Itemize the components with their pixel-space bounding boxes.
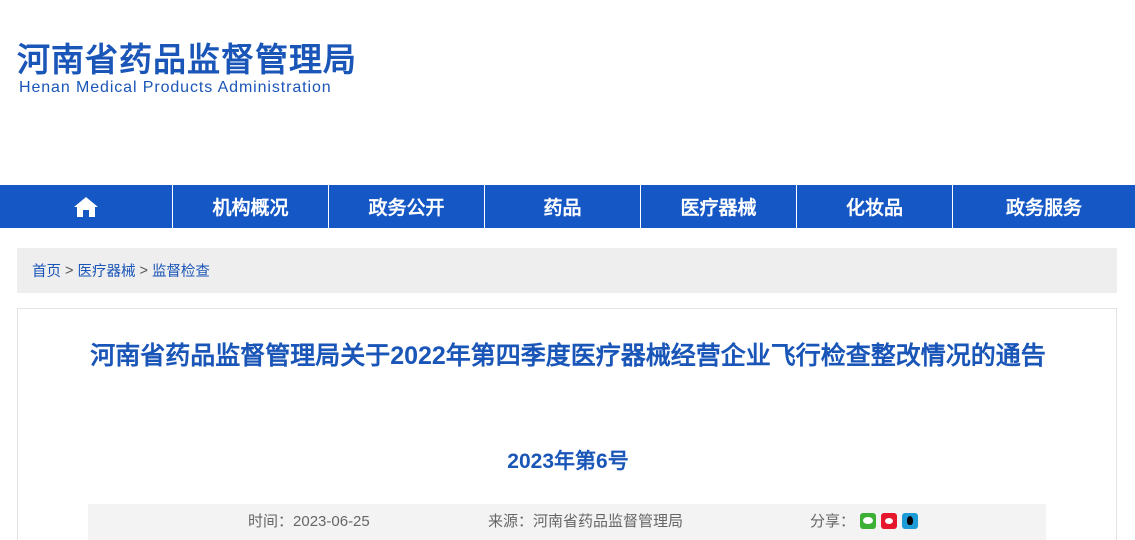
qq-icon[interactable]: [902, 512, 919, 529]
source-label: 来源：: [488, 513, 534, 530]
publish-time: 时间：2023-06-25: [248, 510, 370, 531]
article-container: 河南省药品监督管理局关于2022年第四季度医疗器械经营企业飞行检查整改情况的通告…: [17, 308, 1117, 540]
share-bar: 分享：: [810, 510, 919, 531]
nav-item-gov-services[interactable]: 政务服务: [953, 185, 1135, 228]
nav-item-drugs[interactable]: 药品: [485, 185, 641, 228]
site-header: 河南省药品监督管理局 Henan Medical Products Admini…: [0, 0, 1135, 185]
home-icon: [74, 196, 98, 217]
nav-item-medical-devices[interactable]: 医疗器械: [641, 185, 797, 228]
time-label: 时间：: [248, 513, 294, 530]
breadcrumb-separator: >: [65, 262, 74, 279]
nav-item-cosmetics[interactable]: 化妆品: [797, 185, 953, 228]
nav-item-gov-affairs[interactable]: 政务公开: [329, 185, 485, 228]
share-label: 分享：: [810, 513, 856, 530]
document-number: 2023年第6号: [507, 450, 629, 473]
main-nav: 机构概况 政务公开 药品 医疗器械 化妆品 政务服务: [0, 185, 1135, 228]
breadcrumb-separator: >: [139, 262, 148, 279]
time-value: 2023-06-25: [293, 513, 370, 530]
article-meta-bar: 时间：2023-06-25 来源：河南省药品监督管理局 分享：: [88, 504, 1046, 540]
breadcrumb: 首页 > 医疗器械 > 监督检查: [17, 248, 1117, 293]
article-source: 来源：河南省药品监督管理局: [488, 510, 683, 531]
article-title: 河南省药品监督管理局关于2022年第四季度医疗器械经营企业飞行检查整改情况的通告: [90, 342, 1046, 370]
weibo-icon[interactable]: [881, 512, 898, 529]
site-logo-title[interactable]: 河南省药品监督管理局: [17, 40, 357, 80]
breadcrumb-inspection[interactable]: 监督检查: [152, 260, 210, 281]
nav-home[interactable]: [0, 185, 173, 228]
wechat-icon[interactable]: [860, 512, 877, 529]
site-logo-subtitle[interactable]: Henan Medical Products Administration: [19, 79, 332, 97]
breadcrumb-home[interactable]: 首页: [32, 260, 61, 281]
source-value: 河南省药品监督管理局: [533, 513, 684, 530]
nav-item-org[interactable]: 机构概况: [173, 185, 329, 228]
breadcrumb-medical-devices[interactable]: 医疗器械: [77, 260, 135, 281]
